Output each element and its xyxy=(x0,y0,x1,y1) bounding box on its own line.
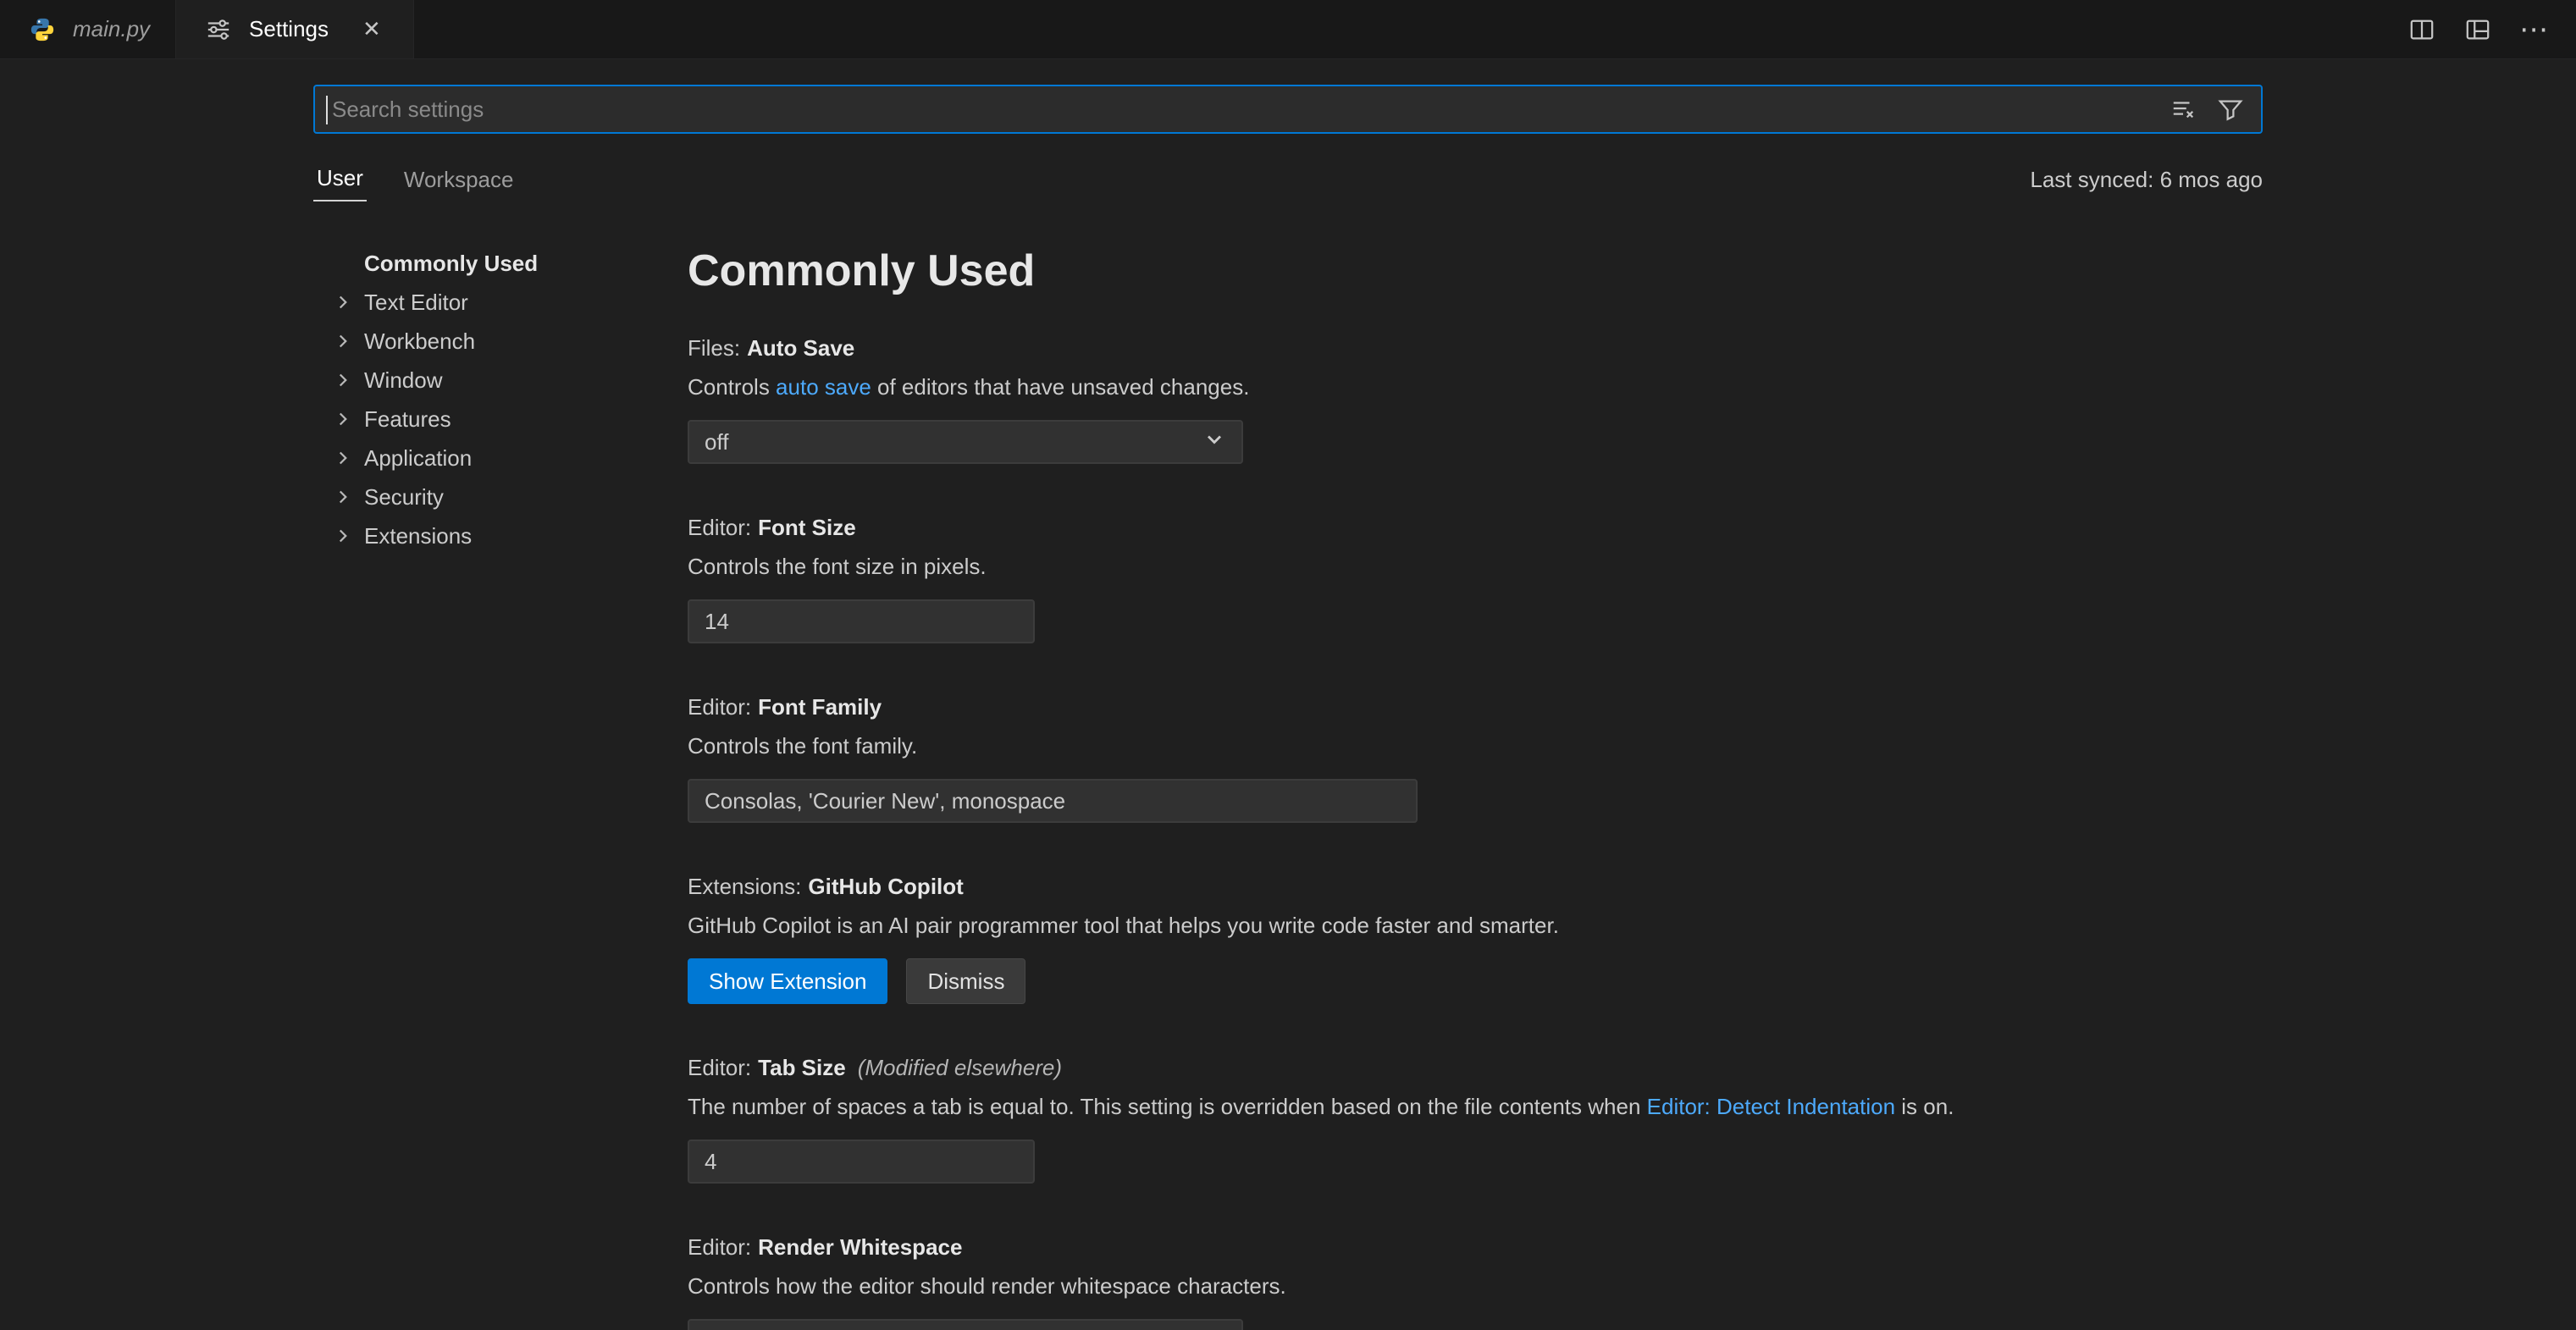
customize-layout-icon[interactable] xyxy=(2461,13,2495,47)
settings-list: Commonly Used Files:Auto Save Controls a… xyxy=(688,232,2263,1330)
setting-row-github-copilot: Extensions:GitHub Copilot GitHub Copilot… xyxy=(688,872,2263,1004)
settings-sliders-icon xyxy=(202,13,235,47)
setting-title: Editor:Font Family xyxy=(688,693,2263,721)
settings-toc: Commonly Used Text Editor Workbench Wind… xyxy=(313,232,688,555)
chevron-right-icon xyxy=(332,291,364,313)
setting-row-files-auto-save: Files:Auto Save Controls auto save of ed… xyxy=(688,334,2263,464)
tab-settings[interactable]: Settings ✕ xyxy=(176,0,414,58)
setting-title: Editor:Render Whitespace xyxy=(688,1233,2263,1261)
setting-title: Editor:Tab Size(Modified elsewhere) xyxy=(688,1053,2263,1082)
dismiss-button[interactable]: Dismiss xyxy=(906,958,1025,1004)
chevron-right-icon xyxy=(332,369,364,391)
last-synced-label: Last synced: 6 mos ago xyxy=(2030,167,2263,201)
setting-row-editor-tab-size: Editor:Tab Size(Modified elsewhere) The … xyxy=(688,1053,2263,1184)
search-box-actions xyxy=(2168,94,2261,124)
tab-label: Settings xyxy=(249,16,329,42)
setting-description: GitHub Copilot is an AI pair programmer … xyxy=(688,911,2263,940)
setting-title: Editor:Font Size xyxy=(688,513,2263,542)
setting-row-editor-font-family: Editor:Font Family Controls the font fam… xyxy=(688,693,2263,823)
settings-scope-bar: User Workspace Last synced: 6 mos ago xyxy=(313,156,2263,201)
detect-indentation-link[interactable]: Editor: Detect Indentation xyxy=(1647,1094,1895,1119)
page-title: Commonly Used xyxy=(688,246,2263,296)
chevron-right-icon xyxy=(332,408,364,430)
tab-main-py[interactable]: main.py xyxy=(0,0,176,58)
toc-item-security[interactable]: Security xyxy=(332,477,688,516)
setting-description: The number of spaces a tab is equal to. … xyxy=(688,1092,2263,1121)
setting-description: Controls the font size in pixels. xyxy=(688,552,2263,581)
toc-item-workbench[interactable]: Workbench xyxy=(332,322,688,361)
more-actions-icon[interactable]: ⋯ xyxy=(2517,13,2551,47)
font-size-input[interactable] xyxy=(688,599,1035,643)
setting-description: Controls auto save of editors that have … xyxy=(688,373,2263,401)
chevron-right-icon xyxy=(332,330,364,352)
font-family-input[interactable] xyxy=(688,779,1418,823)
editor-actions: ⋯ xyxy=(2405,0,2576,58)
chevron-down-icon xyxy=(1202,1327,1226,1330)
scope-tab-user[interactable]: User xyxy=(313,165,367,201)
text-caret xyxy=(326,96,328,124)
setting-description: Controls the font family. xyxy=(688,731,2263,760)
toc-item-commonly-used[interactable]: Commonly Used xyxy=(332,244,688,283)
filter-icon[interactable] xyxy=(2215,94,2246,124)
setting-row-render-whitespace: Editor:Render Whitespace Controls how th… xyxy=(688,1233,2263,1330)
toc-item-extensions[interactable]: Extensions xyxy=(332,516,688,555)
auto-save-select[interactable]: off xyxy=(688,420,1243,464)
tab-size-input[interactable] xyxy=(688,1140,1035,1184)
settings-body: Commonly Used Text Editor Workbench Wind… xyxy=(313,232,2263,1330)
setting-title: Extensions:GitHub Copilot xyxy=(688,872,2263,901)
settings-search-box[interactable] xyxy=(313,85,2263,134)
setting-description: Controls how the editor should render wh… xyxy=(688,1272,2263,1300)
split-editor-icon[interactable] xyxy=(2405,13,2439,47)
scope-tab-workspace[interactable]: Workspace xyxy=(401,167,517,201)
settings-search-input[interactable] xyxy=(315,86,2168,132)
settings-search-row xyxy=(313,85,2263,134)
setting-title: Files:Auto Save xyxy=(688,334,2263,362)
modified-elsewhere-badge: (Modified elsewhere) xyxy=(858,1055,1062,1080)
render-whitespace-select[interactable] xyxy=(688,1319,1243,1330)
toc-item-application[interactable]: Application xyxy=(332,439,688,477)
toc-item-features[interactable]: Features xyxy=(332,400,688,439)
chevron-right-icon xyxy=(332,486,364,508)
toc-item-text-editor[interactable]: Text Editor xyxy=(332,283,688,322)
clear-search-results-icon[interactable] xyxy=(2168,94,2198,124)
chevron-right-icon xyxy=(332,525,364,547)
auto-save-link[interactable]: auto save xyxy=(776,374,871,400)
python-icon xyxy=(25,13,59,47)
close-icon[interactable]: ✕ xyxy=(356,14,388,44)
chevron-down-icon xyxy=(1202,428,1226,457)
editor-tab-bar: main.py Settings ✕ xyxy=(0,0,2576,59)
setting-row-editor-font-size: Editor:Font Size Controls the font size … xyxy=(688,513,2263,643)
toc-item-window[interactable]: Window xyxy=(332,361,688,400)
tab-label: main.py xyxy=(73,16,150,42)
show-extension-button[interactable]: Show Extension xyxy=(688,958,887,1004)
chevron-right-icon xyxy=(332,447,364,469)
